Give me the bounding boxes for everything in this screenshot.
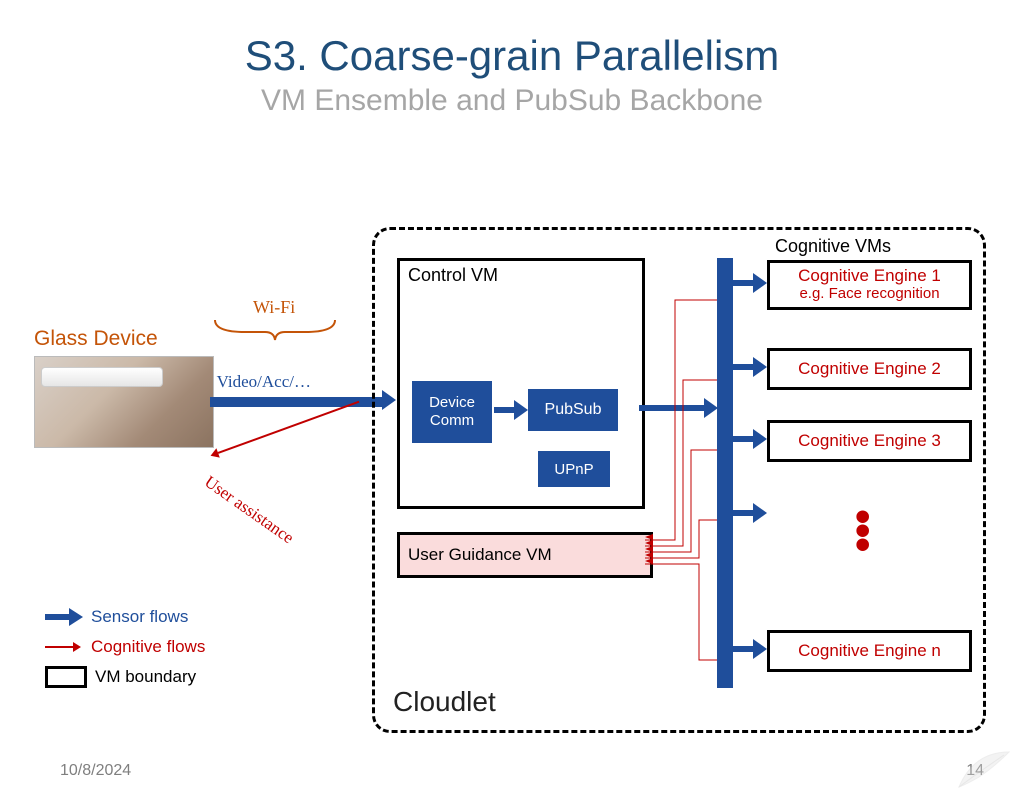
cognitive-vms-header: Cognitive VMs (775, 236, 891, 257)
slide-title: S3. Coarse-grain Parallelism (0, 32, 1024, 80)
user-assistance-label: User assistance (201, 472, 298, 548)
sensor-flow-icon (45, 610, 83, 624)
legend-cognitive: Cognitive flows (91, 632, 205, 662)
cognitive-flow-icon (45, 640, 83, 654)
arrow-dev-to-pubsub (494, 407, 514, 413)
pubsub-box: PubSub (528, 389, 618, 431)
legend-sensor: Sensor flows (91, 602, 188, 632)
device-comm-box: DeviceComm (412, 381, 492, 443)
vertical-ellipsis-icon: ••• (855, 510, 870, 552)
control-vm-label: Control VM (408, 265, 498, 286)
arrow-to-cog3 (733, 436, 753, 442)
footer-date: 10/8/2024 (60, 762, 131, 780)
cognitive-engine-2: Cognitive Engine 2 (767, 348, 972, 390)
glass-device-label: Glass Device (34, 327, 158, 351)
control-vm-box: Control VM DeviceComm PubSub UPnP (397, 258, 645, 509)
vm-boundary-icon (45, 666, 87, 688)
legend: Sensor flows Cognitive flows VM boundary (45, 602, 205, 692)
arrow-to-cog4 (733, 510, 753, 516)
slide-subtitle: VM Ensemble and PubSub Backbone (0, 84, 1024, 118)
arrow-to-cogn (733, 646, 753, 652)
cognitive-engine-3: Cognitive Engine 3 (767, 420, 972, 462)
feather-watermark-icon (954, 747, 1014, 792)
wifi-label: Wi-Fi (253, 297, 295, 318)
arrow-pubsub-to-backbone (639, 405, 704, 411)
pubsub-backbone-bar (717, 258, 733, 688)
cognitive-engine-n: Cognitive Engine n (767, 630, 972, 672)
cognitive-engine-1: Cognitive Engine 1 e.g. Face recognition (767, 260, 972, 310)
arrow-to-cog2 (733, 364, 753, 370)
arrow-to-cog1 (733, 280, 753, 286)
cloudlet-boundary: Cloudlet Control VM DeviceComm PubSub UP… (372, 227, 986, 733)
cloudlet-label: Cloudlet (393, 686, 496, 718)
wifi-brace-icon (210, 318, 340, 342)
legend-vm: VM boundary (95, 662, 196, 692)
user-guidance-vm-box: User Guidance VM (397, 532, 653, 578)
glass-device-image (34, 356, 214, 448)
upnp-box: UPnP (538, 451, 610, 487)
